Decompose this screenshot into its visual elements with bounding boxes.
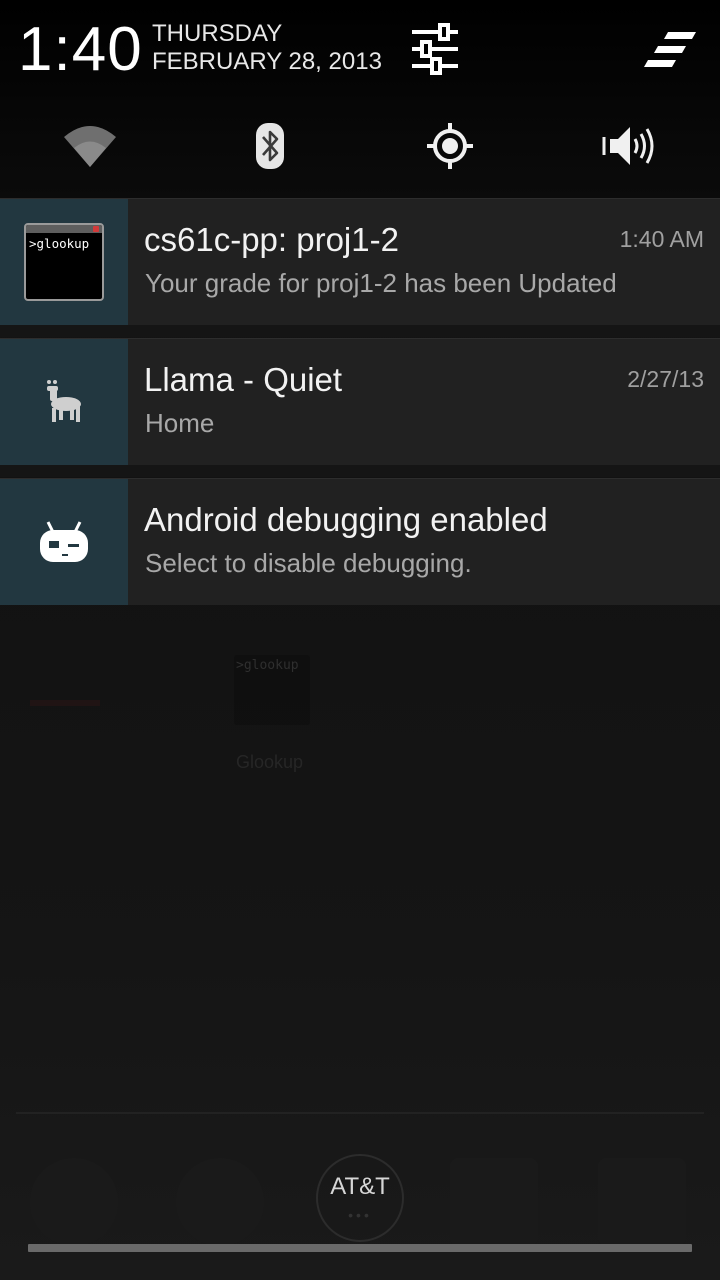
notification-divider bbox=[0, 465, 720, 477]
notification-shade-header: 1:40 THURSDAY FEBRUARY 28, 2013 bbox=[0, 0, 720, 198]
llama-icon bbox=[47, 380, 81, 422]
notification-text: Select to disable debugging. bbox=[145, 548, 472, 578]
notification-title: Android debugging enabled bbox=[144, 501, 548, 538]
sound-toggle[interactable] bbox=[540, 106, 720, 186]
notification-time: 1:40 AM bbox=[619, 226, 704, 252]
dock-divider bbox=[16, 1112, 704, 1114]
notification-icon-box: >glookup bbox=[0, 199, 128, 325]
wifi-toggle[interactable] bbox=[0, 106, 180, 186]
app-drawer-dots: ••• bbox=[348, 1207, 372, 1223]
notification-item[interactable]: Llama - Quiet Home 2/27/13 bbox=[0, 338, 720, 465]
cyanogenmod-android-icon bbox=[40, 521, 88, 562]
settings-button[interactable] bbox=[404, 18, 466, 80]
notification-icon-box bbox=[0, 479, 128, 605]
notification-text: Your grade for proj1-2 has been Updated bbox=[145, 268, 617, 298]
carrier-name: AT&T bbox=[330, 1173, 390, 1200]
day-of-week: THURSDAY bbox=[152, 20, 283, 47]
notification-title: Llama - Quiet bbox=[144, 361, 343, 398]
dock-app-icon bbox=[598, 1158, 686, 1246]
notification-icon-box bbox=[0, 339, 128, 465]
background-decoration bbox=[30, 700, 100, 706]
notification-title: cs61c-pp: proj1-2 bbox=[144, 221, 399, 258]
dock-app-icon bbox=[450, 1158, 538, 1246]
shade-drag-handle[interactable] bbox=[28, 1244, 692, 1252]
quick-toggles bbox=[0, 106, 720, 186]
glookup-terminal-icon: >glookup bbox=[24, 223, 104, 301]
clock: 1:40 bbox=[18, 15, 143, 84]
volume-icon bbox=[602, 127, 654, 165]
notification-time: 2/27/13 bbox=[627, 366, 704, 392]
date[interactable]: FEBRUARY 28, 2013 bbox=[152, 48, 382, 76]
bluetooth-icon bbox=[256, 123, 284, 169]
terminal-icon-text: >glookup bbox=[29, 236, 90, 251]
gps-toggle[interactable] bbox=[360, 106, 540, 186]
notification-item[interactable]: >glookup cs61c-pp: proj1-2 Your grade fo… bbox=[0, 198, 720, 325]
background-app-icon-text: >glookup bbox=[236, 658, 299, 673]
background-app-label: Glookup bbox=[236, 752, 304, 772]
carrier-label-button[interactable]: AT&T ••• bbox=[316, 1154, 404, 1242]
gps-icon bbox=[427, 123, 473, 169]
clear-all-button[interactable] bbox=[640, 22, 702, 78]
notification-divider bbox=[0, 325, 720, 337]
clear-all-icon bbox=[644, 32, 696, 67]
notification-item[interactable]: Android debugging enabled Select to disa… bbox=[0, 478, 720, 605]
sliders-icon bbox=[412, 23, 458, 75]
wifi-icon bbox=[64, 126, 116, 167]
bluetooth-toggle[interactable] bbox=[180, 106, 360, 186]
notification-text: Home bbox=[145, 408, 215, 438]
dock-app-icon bbox=[176, 1158, 264, 1246]
dock-app-icon bbox=[30, 1158, 118, 1246]
